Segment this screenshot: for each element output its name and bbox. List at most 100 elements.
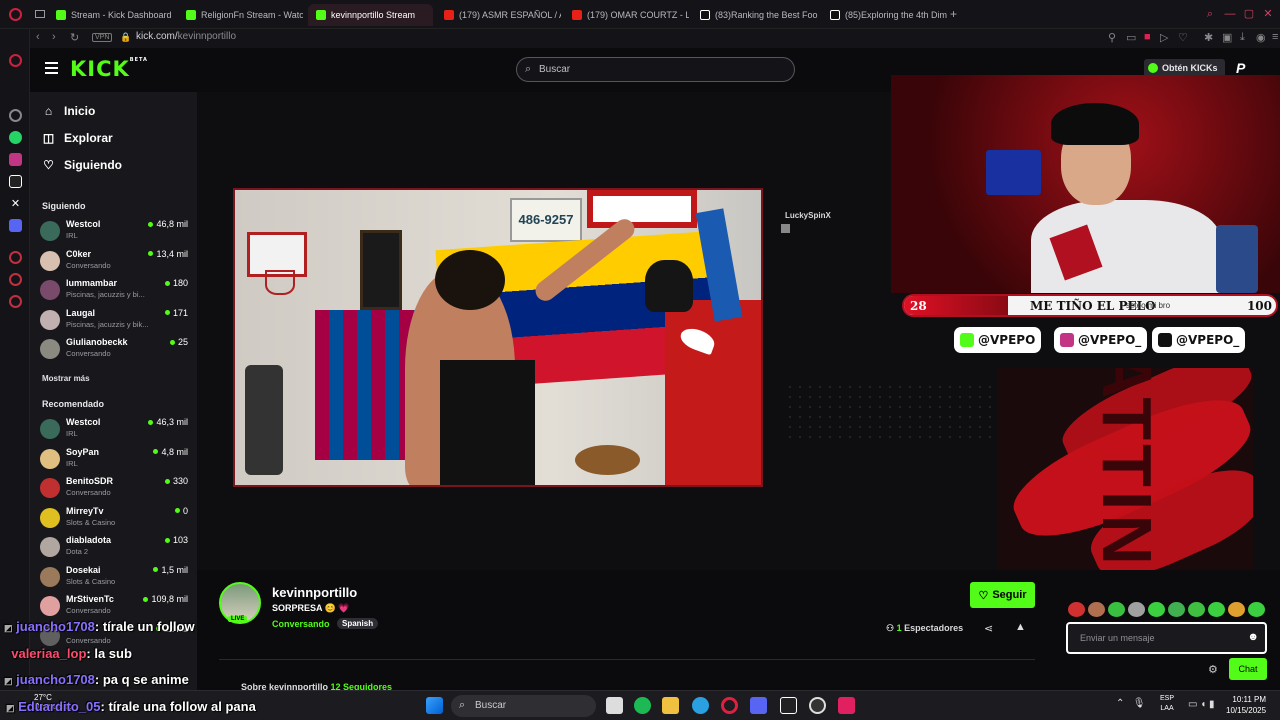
obs-icon[interactable] (809, 697, 826, 714)
language-indicator[interactable]: ESP LAA (1160, 694, 1174, 714)
emote-icon[interactable] (1208, 602, 1225, 617)
profile-button[interactable]: P (1236, 60, 1245, 76)
taskbar-search[interactable]: ⌕ Buscar (451, 695, 596, 717)
sidebar-channel[interactable]: BenitoSDR Conversando 330 (40, 476, 190, 502)
chat-message-input[interactable]: Enviar un mensaje ☻ (1066, 622, 1267, 654)
sidebar-channel[interactable]: MirreyTv Slots & Casino 0 (40, 506, 190, 532)
file-explorer-icon[interactable] (662, 697, 679, 714)
channel-name[interactable]: kevinnportillo (272, 585, 357, 600)
browser-tab[interactable]: (179) OMAR COURTZ - LI (564, 4, 689, 26)
minimize-button[interactable]: — (1224, 8, 1236, 20)
system-tray[interactable]: ⌃ 🎙 (1116, 698, 1145, 709)
tiktok-live-icon[interactable] (838, 697, 855, 714)
sidebar-channel[interactable]: Westcol IRL 46,3 mil (40, 417, 190, 443)
share-icon[interactable]: ⋖ (984, 622, 993, 635)
emote-icon[interactable] (1108, 602, 1125, 617)
heart-icon: ♡ (43, 158, 54, 172)
follow-button[interactable]: ♡ Seguir (970, 582, 1035, 608)
report-icon[interactable]: ▲ (1015, 621, 1026, 633)
clock[interactable]: 10:11 PM 10/15/2025 (1226, 694, 1266, 716)
task-view-icon[interactable] (606, 697, 623, 714)
sidebar-channel[interactable]: diabladota Dota 2 103 (40, 535, 190, 561)
spotify-icon[interactable] (634, 697, 651, 714)
close-window-button[interactable]: ✕ (1262, 8, 1274, 20)
sidebar-channel[interactable]: Laugal Piscinas, jacuzzis y bik... 171 (40, 308, 190, 334)
sidebar-channel[interactable]: lummambar Piscinas, jacuzzis y bi... 180 (40, 278, 190, 304)
channel-name: C0ker (66, 248, 92, 259)
emote-icon[interactable] (1088, 602, 1105, 617)
pin-icon[interactable]: ⚲ (1108, 31, 1116, 44)
telegram-icon[interactable] (692, 697, 709, 714)
emote-icon[interactable] (1248, 602, 1265, 617)
recommended-section-title: Recomendado (42, 399, 105, 409)
x-icon[interactable]: ✕ (9, 197, 22, 210)
nav-siguiendo[interactable]: ♡ Siguiendo (42, 158, 122, 172)
tab-overview-icon[interactable] (35, 10, 45, 18)
opera-icon[interactable] (721, 697, 738, 714)
search-tabs-icon[interactable]: ⌕ (1204, 8, 1216, 20)
download-icon[interactable]: ⤓ (1240, 31, 1245, 44)
hamburger-menu-icon[interactable] (45, 62, 58, 74)
url-field[interactable]: kick.com/kevinnportillo (136, 31, 236, 42)
emote-icon[interactable] (1228, 602, 1245, 617)
instagram-icon[interactable] (9, 153, 22, 166)
favorite-icon[interactable]: ♡ (1178, 31, 1188, 44)
settings-icon[interactable] (9, 109, 22, 122)
opera-logo-icon[interactable] (9, 8, 22, 21)
back-icon[interactable]: ‹ (36, 31, 40, 43)
emoji-picker-icon[interactable]: ☻ (1247, 631, 1259, 643)
instagram-icon (1060, 333, 1074, 347)
history-icon[interactable] (9, 251, 22, 264)
vpn-badge[interactable]: VPN (92, 33, 113, 42)
sidebar-channel[interactable]: Westcol IRL 46,8 mil (40, 219, 190, 245)
nav-inicio[interactable]: ⌂ Inicio (42, 104, 95, 118)
sidebar-channel[interactable]: SoyPan IRL 4,8 mil (40, 447, 190, 473)
player-icon[interactable]: ▷ (1160, 31, 1168, 44)
sidebar-channel[interactable]: Dosekai Slots & Casino 1,5 mil (40, 565, 190, 591)
browser-tab[interactable]: Stream - Kick Dashboard (48, 4, 173, 26)
sidebar-channel[interactable]: Giulianobeckk Conversando 25 (40, 337, 190, 363)
discord-icon[interactable] (9, 219, 22, 232)
sidebar-channel[interactable]: C0ker Conversando 13,4 mil (40, 249, 190, 275)
emote-icon[interactable] (1148, 602, 1165, 617)
bookmark-icon[interactable]: ■ (1144, 31, 1151, 43)
network-icon[interactable]: ▭ ◖ ▮ (1188, 699, 1215, 710)
whatsapp-icon[interactable] (9, 131, 22, 144)
camera-icon[interactable]: ◉ (1256, 31, 1266, 44)
snapshot-icon[interactable]: ▭ (1126, 31, 1136, 44)
nav-explorar[interactable]: ◫ Explorar (42, 131, 113, 145)
emote-icon[interactable] (1068, 602, 1085, 617)
opera-ai-icon[interactable] (9, 54, 22, 67)
kick-logo[interactable]: KICKBETA (70, 57, 148, 81)
browser-tab[interactable]: (83)Ranking the Best Foo (692, 4, 818, 26)
menu-icon[interactable]: ≡ (1272, 31, 1278, 43)
extension-icon[interactable] (9, 295, 22, 308)
forward-icon[interactable]: › (52, 31, 56, 43)
stream-category[interactable]: Conversando (272, 619, 330, 629)
chat-settings-icon[interactable]: ⚙ (1208, 663, 1218, 676)
browser-tab[interactable]: ReligionFn Stream - Wato (178, 4, 303, 26)
emote-icon[interactable] (1128, 602, 1145, 617)
live-dot-icon (143, 596, 149, 602)
tiktok-icon[interactable] (9, 175, 22, 188)
browser-tab[interactable]: kevinnportillo Stream (308, 4, 433, 26)
discord-icon[interactable] (750, 697, 767, 714)
windows-start-icon[interactable] (426, 697, 443, 714)
reload-icon[interactable]: ↻ (70, 31, 79, 44)
maximize-button[interactable]: ▢ (1243, 8, 1255, 20)
wallet-icon[interactable]: ▣ (1222, 31, 1232, 44)
browser-tab[interactable]: (179) ASMR ESPAÑOL / A (436, 4, 561, 26)
show-more-link[interactable]: Mostrar más (42, 374, 90, 383)
capcut-icon[interactable] (780, 697, 797, 714)
pinboard-icon[interactable] (9, 273, 22, 286)
sidebar-channel[interactable]: MrStivenTc Conversando 109,8 mil (40, 594, 190, 620)
search-input[interactable]: ⌕ Buscar (516, 57, 795, 82)
emote-icon[interactable] (1188, 602, 1205, 617)
emote-icon[interactable] (1168, 602, 1185, 617)
browser-tab[interactable]: (85)Exploring the 4th Dim (822, 4, 948, 26)
language-tag[interactable]: Spanish (337, 618, 379, 629)
send-chat-button[interactable]: Chat (1229, 658, 1267, 680)
extensions-icon[interactable]: ✱ (1204, 31, 1213, 44)
live-dot-icon (148, 419, 154, 425)
new-tab-button[interactable]: + (950, 7, 957, 21)
